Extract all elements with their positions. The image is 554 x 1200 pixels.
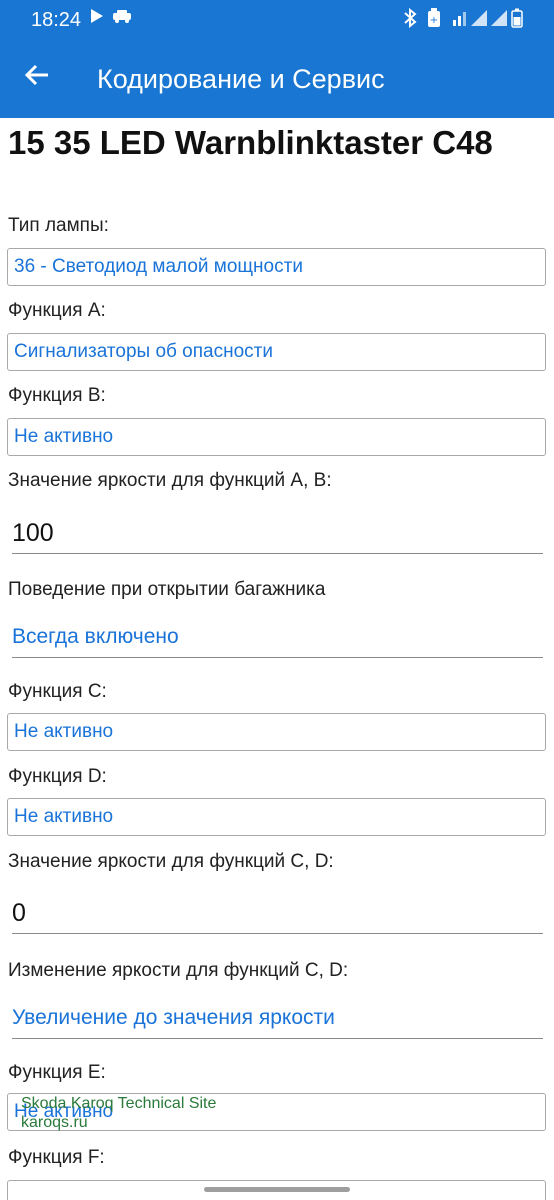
status-bar: 18:24 + [0,0,554,38]
lamp-type-select[interactable]: 36 - Светодиод малой мощности [7,248,546,286]
back-button[interactable] [22,58,52,98]
watermark-line2: karoqs.ru [21,1114,88,1131]
play-icon [90,8,104,29]
trunk-behavior-spinner[interactable]: Всегда включено [12,622,543,658]
brightness-change-cd-spinner[interactable]: Увеличение до значения яркости [12,1003,543,1039]
brightness-cd-input[interactable]: 0 [12,898,543,934]
signal-icon [490,8,508,33]
function-d-select[interactable]: Не активно [7,798,546,836]
brightness-change-cd-label: Изменение яркости для функций C, D: [8,960,349,981]
watermark-line1: Skoda Karoq Technical Site [21,1095,217,1112]
function-f-label: Функция F: [8,1147,105,1168]
function-e-label: Функция E: [8,1062,106,1083]
arrow-left-icon [24,61,50,94]
brightness-ab-input[interactable]: 100 [12,518,543,554]
function-a-select[interactable]: Сигнализаторы об опасности [7,333,546,371]
function-b-select[interactable]: Не активно [7,418,546,456]
function-c-label: Функция C: [8,681,107,702]
home-gesture-bar[interactable] [204,1187,350,1192]
car-icon [111,8,133,29]
function-b-label: Функция B: [8,385,106,406]
bluetooth-icon [403,7,417,33]
app-bar: Кодирование и Сервис [0,38,554,118]
trunk-behavior-label: Поведение при открытии багажника [8,579,326,600]
battery-saver-icon: + [427,8,441,33]
function-a-label: Функция A: [8,300,106,321]
signal-icon [470,8,488,33]
battery-icon [511,8,523,33]
brightness-ab-label: Значение яркости для функций A, B: [8,470,332,491]
status-time: 18:24 [31,9,82,31]
lamp-type-label: Тип лампы: [8,215,109,236]
brightness-cd-label: Значение яркости для функций C, D: [8,851,334,872]
app-title: Кодирование и Сервис [97,64,385,94]
watermark: Skoda Karoq Technical Site karoqs.ru [21,1094,216,1132]
function-c-select[interactable]: Не активно [7,713,546,751]
wifi-signal-icon [451,8,469,33]
function-d-label: Функция D: [8,766,107,787]
svg-text:+: + [430,15,438,26]
page-title: 15 35 LED Warnblinktaster C48 [8,124,493,161]
